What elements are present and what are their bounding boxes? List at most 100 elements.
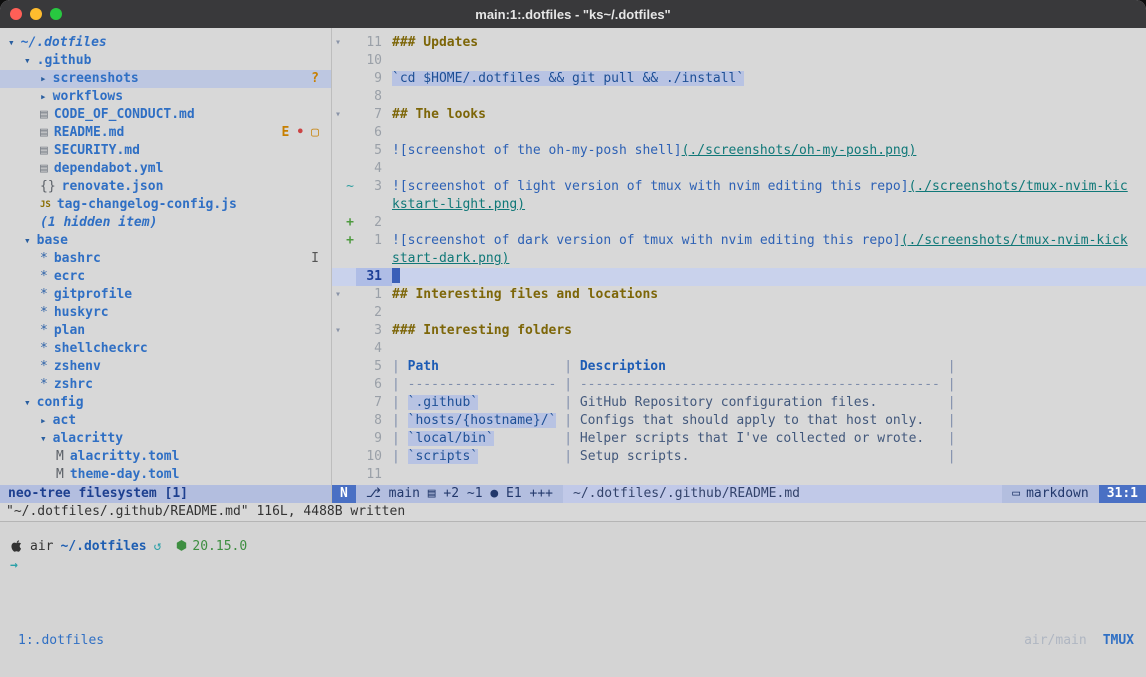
line-text: ### Updates: [392, 34, 1146, 52]
line-number: 5: [356, 142, 392, 160]
editor-line[interactable]: 9`cd $HOME/.dotfiles && git pull && ./in…: [332, 70, 1146, 88]
close-button[interactable]: [10, 8, 22, 20]
editor-line[interactable]: 7| `.github` | GitHub Repository configu…: [332, 394, 1146, 412]
line-text: | `hosts/{hostname}/` | Configs that sho…: [392, 412, 1146, 430]
shell-area[interactable]: air ~/.dotfiles ↺ 20.15.0 → 1:.dotfiles …: [0, 521, 1146, 677]
editor-line[interactable]: ▾1## Interesting files and locations: [332, 286, 1146, 304]
gutter-change-sign: +: [344, 232, 356, 250]
line-number: 3: [356, 178, 392, 196]
gutter-change-sign: [344, 322, 356, 340]
fold-marker-icon: [332, 448, 344, 466]
line-number: 10: [356, 52, 392, 70]
gutter-change-sign: [344, 340, 356, 358]
prompt-input-line[interactable]: →: [10, 556, 1146, 576]
line-text: ## Interesting files and locations: [392, 286, 1146, 304]
line-number: 4: [356, 340, 392, 358]
tree-item[interactable]: *bashrcI: [0, 250, 331, 268]
tmux-window-name[interactable]: 1:.dotfiles: [18, 633, 104, 648]
tree-item-label: alacritty.toml: [70, 448, 180, 466]
tmux-session-name: air/main: [1024, 633, 1087, 648]
tree-item[interactable]: ▤dependabot.yml: [0, 160, 331, 178]
editor-line[interactable]: 5| Path | Description |: [332, 358, 1146, 376]
editor-line[interactable]: ▾7## The looks: [332, 106, 1146, 124]
text-segment: `local/bin`: [408, 431, 494, 446]
gutter-change-sign: ~: [344, 178, 356, 196]
tree-item[interactable]: *huskyrc: [0, 304, 331, 322]
editor-line[interactable]: 10: [332, 52, 1146, 70]
editor-line[interactable]: 4: [332, 160, 1146, 178]
tree-item[interactable]: *zshenv: [0, 358, 331, 376]
editor-line[interactable]: ▾3### Interesting folders: [332, 322, 1146, 340]
editor-line[interactable]: +2: [332, 214, 1146, 232]
text-segment: Helper scripts that I've collected or wr…: [580, 431, 924, 446]
tree-item[interactable]: *zshrc: [0, 376, 331, 394]
editor-line[interactable]: ~3![screenshot of light version of tmux …: [332, 178, 1146, 196]
editor-line[interactable]: 8: [332, 88, 1146, 106]
line-number: 7: [356, 394, 392, 412]
editor-line[interactable]: ▾11### Updates: [332, 34, 1146, 52]
tree-item[interactable]: (1 hidden item): [0, 214, 331, 232]
editor-line[interactable]: start-dark.png): [332, 250, 1146, 268]
gutter-change-sign: [344, 430, 356, 448]
tree-item[interactable]: *ecrc: [0, 268, 331, 286]
minimize-button[interactable]: [30, 8, 42, 20]
expander-icon: ▾: [24, 394, 31, 412]
text-segment: |: [940, 449, 956, 464]
gutter-change-sign: [344, 88, 356, 106]
fullscreen-button[interactable]: [50, 8, 62, 20]
collapsed-folder-icon: ▸: [40, 88, 47, 106]
editor-line[interactable]: 6: [332, 124, 1146, 142]
tree-item[interactable]: Malacritty.toml: [0, 448, 331, 466]
editor-line[interactable]: +1![screenshot of dark version of tmux w…: [332, 232, 1146, 250]
text-segment: |: [556, 431, 579, 446]
node-hexagon-icon: [176, 540, 187, 552]
text-segment: ![screenshot of dark version of tmux wit…: [392, 233, 901, 248]
tree-item[interactable]: JStag-changelog-config.js: [0, 196, 331, 214]
editor-line[interactable]: kstart-light.png): [332, 196, 1146, 214]
tree-item[interactable]: ▾base: [0, 232, 331, 250]
window-title: main:1:.dotfiles - "ks~/.dotfiles": [0, 7, 1146, 22]
nvim-area: ▾~/.dotfiles▾.github▸screenshots?▸workfl…: [0, 28, 1146, 503]
text-segment: |: [940, 377, 956, 392]
text-segment: [478, 395, 556, 410]
tree-item[interactable]: *gitprofile: [0, 286, 331, 304]
editor-line[interactable]: 11: [332, 466, 1146, 484]
gutter-change-sign: [344, 160, 356, 178]
tree-item[interactable]: *plan: [0, 322, 331, 340]
text-segment: `scripts`: [408, 449, 478, 464]
editor-line[interactable]: 9| `local/bin` | Helper scripts that I'v…: [332, 430, 1146, 448]
tree-item[interactable]: ▸screenshots?: [0, 70, 331, 88]
cursor-mark: I: [311, 250, 319, 268]
editor-line[interactable]: 6| ------------------- | ---------------…: [332, 376, 1146, 394]
editor-line[interactable]: 10| `scripts` | Setup scripts. |: [332, 448, 1146, 466]
editor-line[interactable]: 5![screenshot of the oh-my-posh shell](.…: [332, 142, 1146, 160]
tree-item[interactable]: ▤CODE_OF_CONDUCT.md: [0, 106, 331, 124]
tree-item[interactable]: ▾~/.dotfiles: [0, 34, 331, 52]
tree-item[interactable]: ▤README.mdE•▢: [0, 124, 331, 142]
tree-item-label: gitprofile: [54, 286, 132, 304]
tree-item[interactable]: ▤SECURITY.md: [0, 142, 331, 160]
editor-line[interactable]: 8| `hosts/{hostname}/` | Configs that sh…: [332, 412, 1146, 430]
gutter-change-sign: [344, 250, 356, 268]
tree-item[interactable]: ▸act: [0, 412, 331, 430]
markdown-icon: ▭: [1012, 485, 1020, 503]
line-text: start-dark.png): [392, 250, 1146, 268]
tree-item[interactable]: *shellcheckrc: [0, 340, 331, 358]
tree-item[interactable]: ▾alacritty: [0, 430, 331, 448]
editor-line[interactable]: 31: [332, 268, 1146, 286]
file-icon: ▤: [40, 142, 48, 160]
text-segment: |: [940, 413, 956, 428]
tree-item[interactable]: {}renovate.json: [0, 178, 331, 196]
tree-item[interactable]: ▾.github: [0, 52, 331, 70]
fold-marker-icon: [332, 142, 344, 160]
line-number: 8: [356, 412, 392, 430]
git-refresh-icon: ↺: [154, 539, 162, 554]
editor-line[interactable]: 2: [332, 304, 1146, 322]
line-number: 5: [356, 358, 392, 376]
cursor-block: [392, 268, 400, 283]
collapsed-folder-icon: ▸: [40, 70, 47, 88]
editor-line[interactable]: 4: [332, 340, 1146, 358]
tree-item[interactable]: Mtheme-day.toml: [0, 466, 331, 484]
tree-item[interactable]: ▾config: [0, 394, 331, 412]
tree-item[interactable]: ▸workflows: [0, 88, 331, 106]
